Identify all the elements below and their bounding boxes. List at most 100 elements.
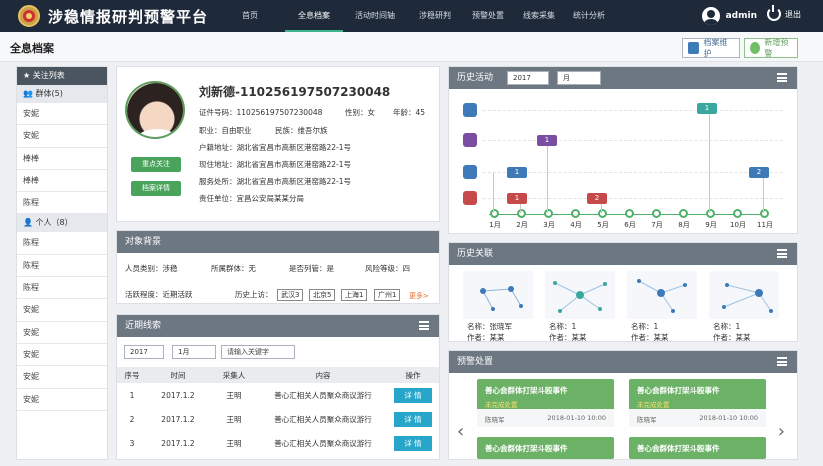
group-section-title: 👥 群体(5) <box>17 85 107 103</box>
risk-level: 风险等级：四 <box>365 264 410 273</box>
profile-id: 证件号码：110256197507230048 <box>199 108 323 117</box>
visit-tag[interactable]: 上海1 <box>341 289 368 301</box>
list-item[interactable]: 棒棒 <box>17 170 107 193</box>
menu-icon[interactable] <box>777 73 787 82</box>
history-year-select[interactable]: 2017 <box>507 71 549 85</box>
relation-graph[interactable] <box>709 271 779 319</box>
month-select[interactable]: 1月 <box>172 345 216 359</box>
bus-icon <box>463 165 477 179</box>
search-input[interactable]: 请输入关键字 <box>221 345 295 359</box>
list-item[interactable]: 棒棒 <box>17 148 107 170</box>
active-level: 活跃程度：近期活跃 <box>125 290 193 299</box>
history-activity-panel: 历史活动 2017 月 1月 2月 3月 4月 5月 6月 7月 8月 9月 10月 11月 1 1… <box>448 66 798 234</box>
archive-detail-button[interactable]: 档案详情 <box>131 181 181 196</box>
focus-button[interactable]: 重点关注 <box>131 157 181 172</box>
timeline-node[interactable] <box>733 209 742 218</box>
star-icon: ★ <box>23 71 33 80</box>
person-icon: 👤 <box>23 218 36 228</box>
timeline-node[interactable] <box>598 209 607 218</box>
relation-graph[interactable] <box>545 271 615 319</box>
warning-title: 预警处置 <box>449 351 797 373</box>
profile-name: 刘新德-110256197507230048 <box>199 85 391 99</box>
list-item[interactable]: 安妮 <box>17 389 107 411</box>
year-select[interactable]: 2017 <box>124 345 164 359</box>
timeline-node[interactable] <box>571 209 580 218</box>
nav-home[interactable]: 首页 <box>242 0 285 32</box>
more-link[interactable]: 更多> <box>409 291 429 301</box>
nav-statistics[interactable]: 统计分析 <box>573 0 613 32</box>
event-badge[interactable]: 1 <box>537 135 557 146</box>
relation-title: 历史关联 <box>449 243 797 265</box>
timeline-node[interactable] <box>652 209 661 218</box>
profile-card: 重点关注 档案详情 刘新德-110256197507230048 证件号码：11… <box>116 66 440 222</box>
main-navigation: 首页 全息档案 活动时间轴 涉稳研判 预警处置 线索采集 统计分析 <box>232 0 613 32</box>
timeline-node[interactable] <box>544 209 553 218</box>
visit-tag[interactable]: 武汉3 <box>277 289 304 301</box>
user-account[interactable]: admin <box>701 7 757 25</box>
warning-card[interactable]: 善心会群体打架斗殴事件 未完成处置 陈晓军 2018-01-10 10:00 <box>629 379 766 427</box>
warning-card[interactable]: 善心会群体打架斗殴事件 未完成处置 陈晓军 2018-01-10 10:00 <box>477 379 614 427</box>
add-warning-button[interactable]: 新增预警 <box>744 38 798 58</box>
nav-analysis[interactable]: 涉稳研判 <box>419 0 460 32</box>
next-arrow-icon[interactable]: › <box>778 421 785 442</box>
detail-button[interactable]: 详 情 <box>394 435 432 451</box>
profile-work: 服务处所：湖北省宜昌市高新区港窑路22-1号 <box>199 177 352 186</box>
previous-arrow-icon[interactable]: ‹ <box>457 421 464 442</box>
list-item[interactable]: 安妮 <box>17 344 107 367</box>
menu-icon[interactable] <box>777 357 787 366</box>
timeline-node[interactable] <box>625 209 634 218</box>
detail-button[interactable]: 详 情 <box>394 411 432 427</box>
document-icon <box>463 103 477 117</box>
list-item[interactable]: 陈程 <box>17 192 107 215</box>
visit-tag[interactable]: 北京5 <box>309 289 336 301</box>
timeline-node[interactable] <box>760 209 769 218</box>
detail-button[interactable]: 详 情 <box>394 387 432 403</box>
timeline-node[interactable] <box>706 209 715 218</box>
nav-warning[interactable]: 预警处置 <box>472 0 511 32</box>
history-month-select[interactable]: 月 <box>557 71 601 85</box>
menu-icon[interactable] <box>777 249 787 258</box>
timeline-node[interactable] <box>679 209 688 218</box>
logout-button[interactable]: 退出 <box>767 5 801 21</box>
list-item[interactable]: 陈程 <box>17 277 107 300</box>
person-group: 所属群体：无 <box>211 264 256 273</box>
warning-card[interactable]: 善心会群体打架斗殴事件 <box>629 437 766 459</box>
table-row: 1 2017.1.2 王明 善心汇相关人员聚众商议游行详 情 <box>117 383 439 407</box>
relation-author: 作者：某某 <box>713 333 751 342</box>
nav-archive[interactable]: 全息档案 <box>285 0 343 32</box>
relation-name: 名称：张晓军 <box>467 322 512 331</box>
event-badge[interactable]: 2 <box>749 167 769 178</box>
relation-graph[interactable] <box>627 271 697 319</box>
relation-graph[interactable] <box>463 271 533 319</box>
page-title: 全息档案 <box>10 42 54 55</box>
list-item[interactable]: 陈程 <box>17 255 107 278</box>
timeline-node[interactable] <box>517 209 526 218</box>
relation-name: 名称：1 <box>713 322 741 331</box>
nav-clues[interactable]: 线索采集 <box>523 0 561 32</box>
leads-title: 近期线索 <box>117 315 439 337</box>
username: admin <box>725 11 757 21</box>
history-visits-label: 历史上访： <box>235 290 273 299</box>
archive-maintain-button[interactable]: 档案维护 <box>682 38 740 58</box>
event-badge[interactable]: 1 <box>507 193 527 204</box>
list-item[interactable]: 安妮 <box>17 103 107 126</box>
event-badge[interactable]: 2 <box>587 193 607 204</box>
nav-timeline[interactable]: 活动时间轴 <box>355 0 407 32</box>
visit-tag[interactable]: 广州1 <box>374 289 401 301</box>
top-navigation-bar: 涉稳情报研判预警平台 首页 全息档案 活动时间轴 涉稳研判 预警处置 线索采集 … <box>0 0 823 32</box>
timeline-node[interactable] <box>490 209 499 218</box>
person-section-title: 👤 个人（8） <box>17 214 107 233</box>
list-item[interactable]: 安妮 <box>17 125 107 148</box>
list-item[interactable]: 安妮 <box>17 366 107 389</box>
profile-gender: 性别：女 <box>345 108 375 117</box>
profile-unit: 责任单位：宜昌公安局某某分局 <box>199 194 304 203</box>
warning-card[interactable]: 善心会群体打架斗殴事件 <box>477 437 614 459</box>
menu-icon[interactable] <box>419 321 429 330</box>
list-item[interactable]: 安妮 <box>17 299 107 322</box>
list-item[interactable]: 陈程 <box>17 232 107 255</box>
list-item[interactable]: 安妮 <box>17 322 107 344</box>
leads-table: 序号 时间 采集人 内容 操作 1 2017.1.2 王明 善心汇相关人员聚众商议游行… <box>117 367 439 455</box>
event-badge[interactable]: 1 <box>697 103 717 114</box>
event-badge[interactable]: 1 <box>507 167 527 178</box>
person-flag: 是否列管：是 <box>289 264 334 273</box>
